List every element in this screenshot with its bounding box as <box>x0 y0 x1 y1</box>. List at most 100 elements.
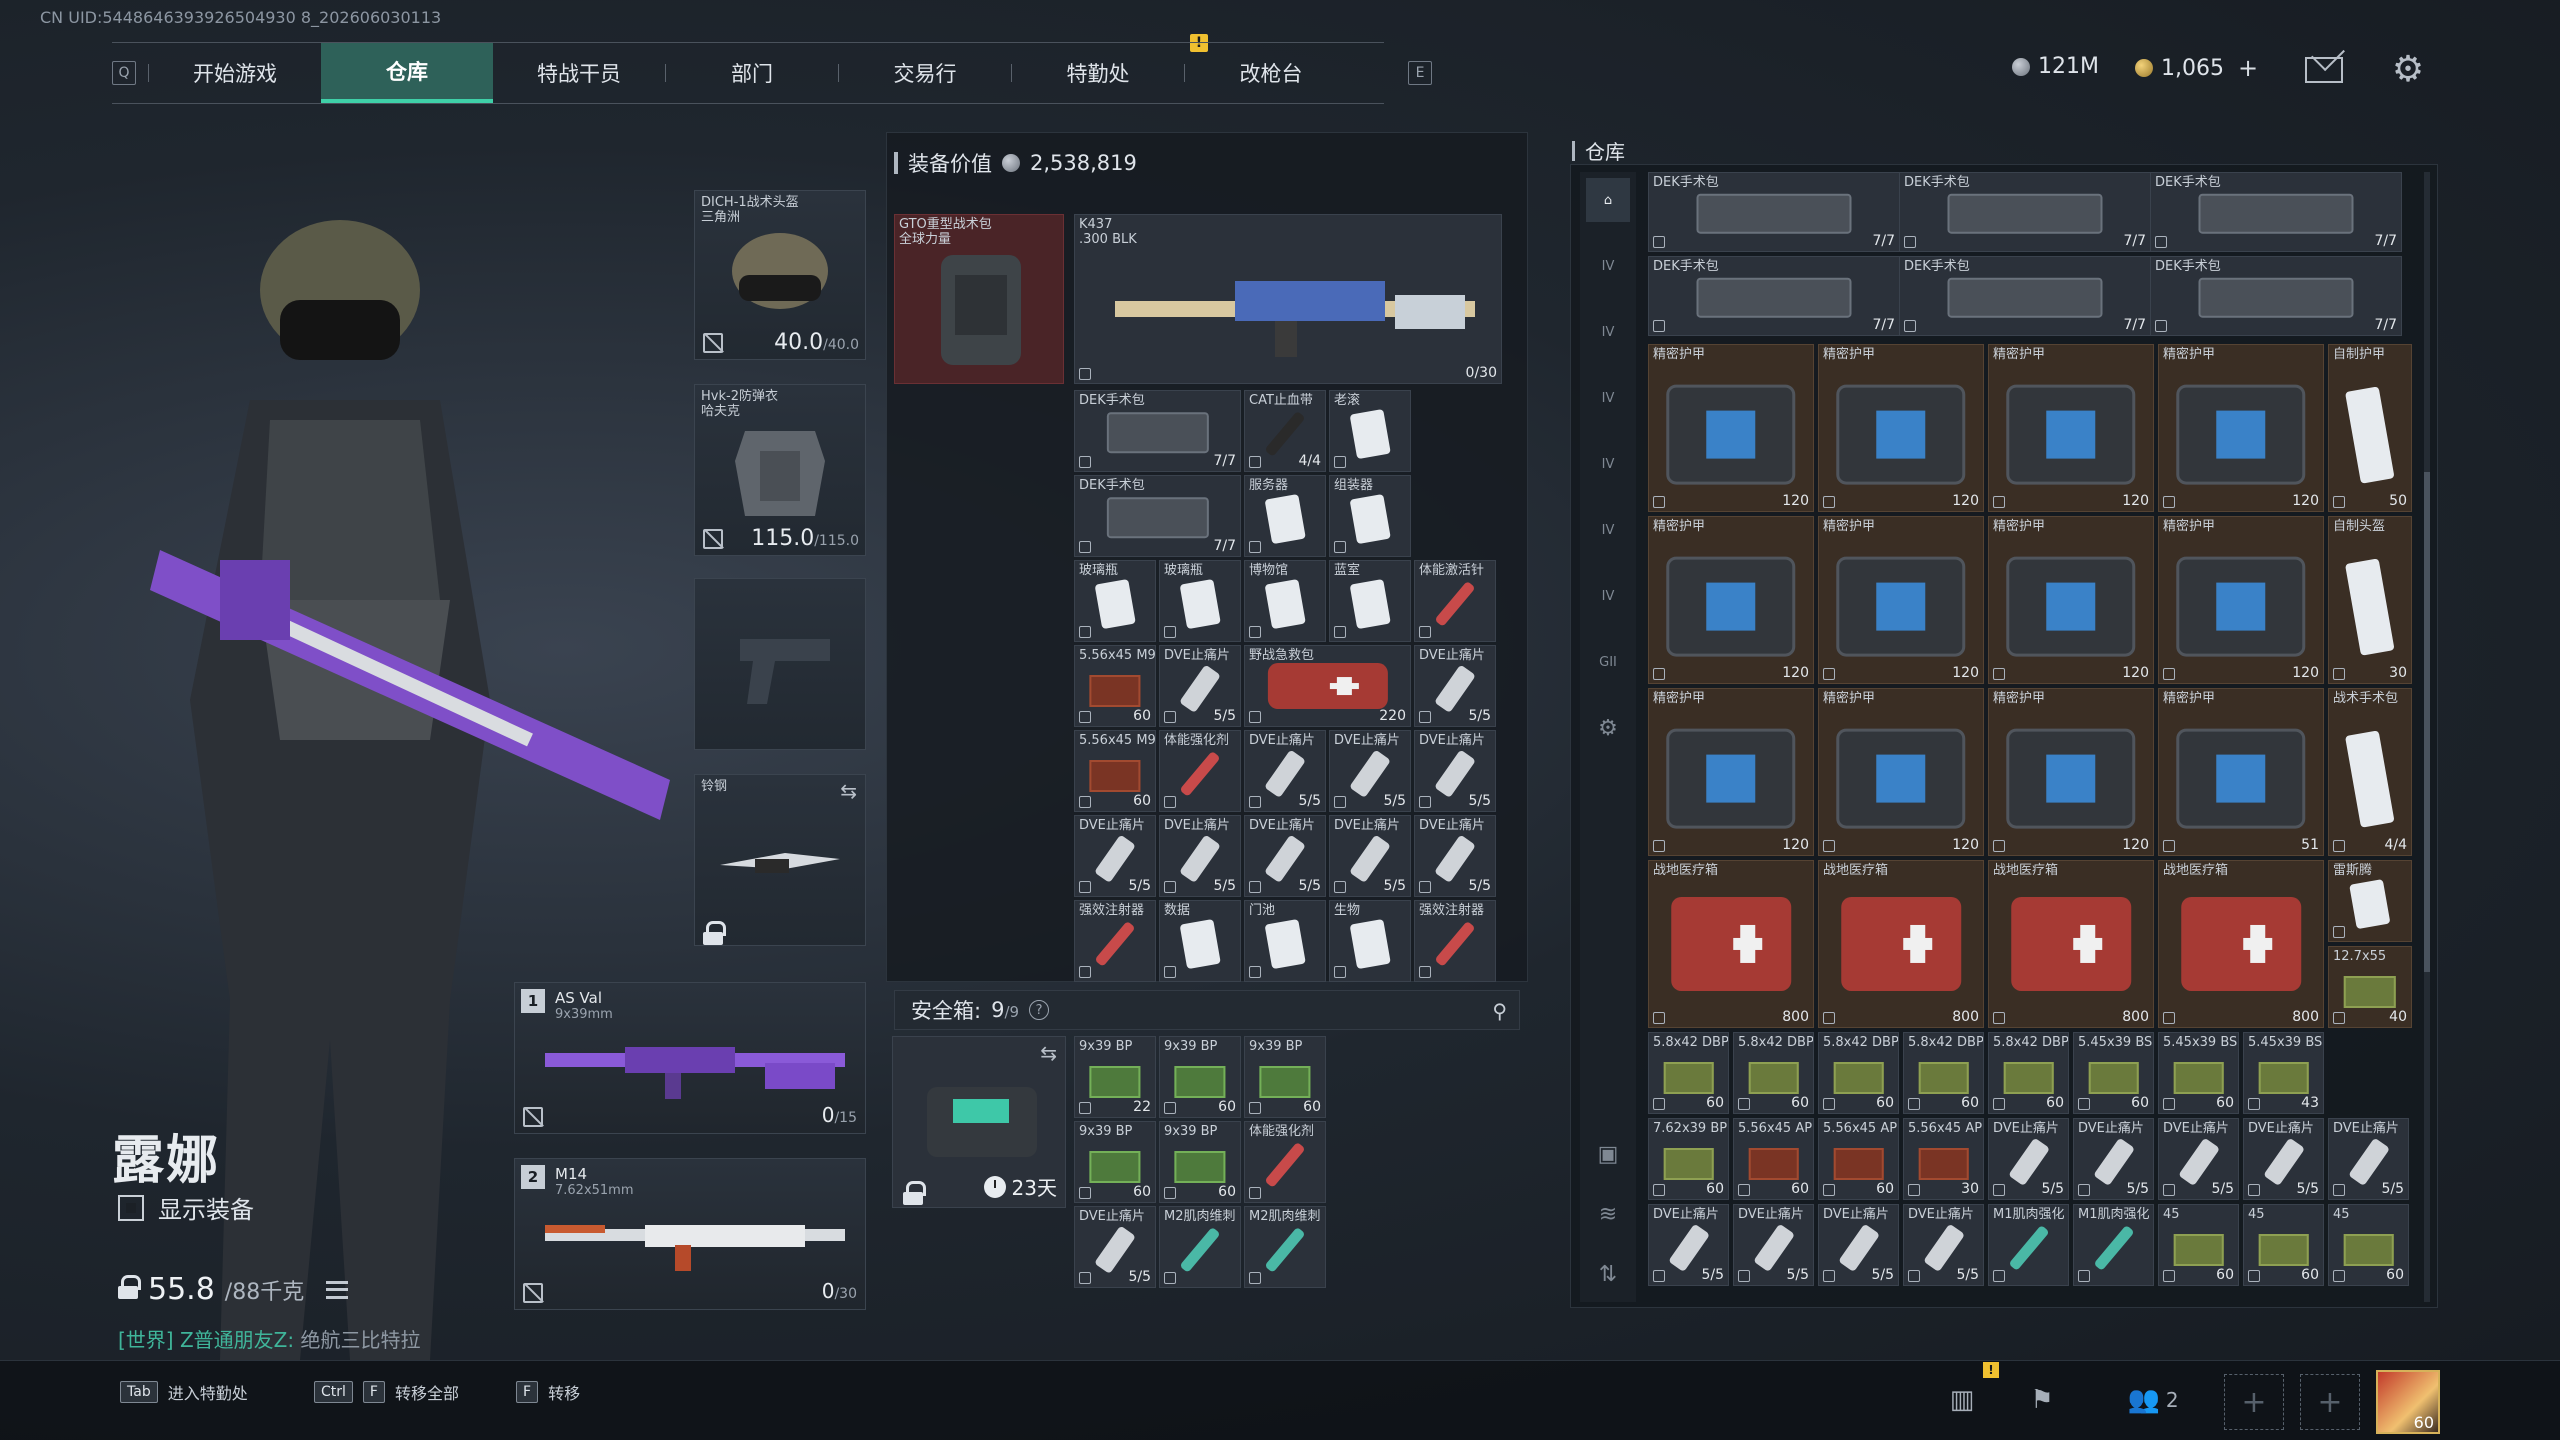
inventory-item[interactable]: 蓝室 <box>1329 560 1411 642</box>
swap-icon[interactable]: ⇆ <box>1040 1041 1057 1065</box>
inventory-item[interactable]: 服务器 <box>1244 475 1326 557</box>
pin-icon[interactable]: ⚲ <box>1492 999 1507 1023</box>
squad-button[interactable]: 👥 2 <box>2118 1378 2188 1422</box>
inventory-item[interactable]: DEK手术包 7/7 <box>2150 256 2402 336</box>
inventory-item[interactable]: 组装器 <box>1329 475 1411 557</box>
inventory-item[interactable]: 精密护甲 120 <box>1988 688 2154 856</box>
nav-prev-key[interactable]: Q <box>112 61 136 85</box>
inventory-item[interactable]: DEK手术包 7/7 <box>2150 172 2402 252</box>
inventory-item[interactable]: 门池 <box>1244 900 1326 982</box>
backpack-slot[interactable]: GTO重型战术包 全球力量 <box>894 214 1064 384</box>
inventory-item[interactable]: 9x39 BP 60 <box>1159 1121 1241 1203</box>
add-squad-slot-1[interactable]: + <box>2224 1374 2284 1430</box>
show-gear-toggle[interactable]: 显示装备 <box>118 1190 254 1225</box>
inventory-item[interactable]: 5.8x42 DBP 60 <box>1733 1032 1814 1114</box>
inventory-item[interactable]: 精密护甲 120 <box>2158 516 2324 684</box>
inventory-item[interactable]: 精密护甲 51 <box>2158 688 2324 856</box>
inventory-item[interactable]: DVE止痛片 5/5 <box>1244 730 1326 812</box>
list-icon[interactable] <box>326 1281 349 1299</box>
inventory-item[interactable]: 自制护甲 50 <box>2328 344 2412 512</box>
inventory-item[interactable]: DVE止痛片 5/5 <box>2073 1118 2154 1200</box>
inventory-item[interactable]: DVE止痛片 5/5 <box>1733 1204 1814 1286</box>
helmet-slot[interactable]: DICH-1战术头盔 三角洲 40.0/40.0 <box>694 190 866 360</box>
warehouse-tab-1[interactable]: IV <box>1586 244 1630 288</box>
inventory-item[interactable]: DVE止痛片 5/5 <box>1074 1206 1156 1288</box>
inventory-item[interactable]: 45 60 <box>2243 1204 2324 1286</box>
inventory-item[interactable]: 5.8x42 DBP 60 <box>1903 1032 1984 1114</box>
enter-special-ops-button[interactable]: Tab 进入特勤处 <box>120 1380 248 1404</box>
inventory-item[interactable]: 玻璃瓶 <box>1159 560 1241 642</box>
inventory-item[interactable]: DVE止痛片 5/5 <box>1329 730 1411 812</box>
player-avatar[interactable]: 60 <box>2376 1370 2440 1434</box>
inventory-item[interactable]: M1肌肉强化 <box>1988 1204 2069 1286</box>
inventory-item[interactable]: 强效注射器 <box>1074 900 1156 982</box>
inventory-item[interactable]: DVE止痛片 5/5 <box>1414 815 1496 897</box>
inventory-item[interactable]: 45 60 <box>2328 1204 2409 1286</box>
inventory-item[interactable]: 7.62x39 BP 60 <box>1648 1118 1729 1200</box>
inventory-item[interactable]: 博物馆 <box>1244 560 1326 642</box>
warehouse-locker-icon[interactable]: ▣ <box>1586 1132 1630 1176</box>
transfer-button[interactable]: F 转移 <box>516 1380 580 1404</box>
primary-weapon-slot-1[interactable]: 1 AS Val 9x39mm 0/15 <box>514 982 866 1134</box>
tab-trading[interactable]: 交易行 <box>839 43 1011 103</box>
inventory-item[interactable]: 野战急救包 220 <box>1244 645 1411 727</box>
inventory-item[interactable]: 5.56x45 AP 60 <box>1818 1118 1899 1200</box>
inventory-item[interactable]: DVE止痛片 5/5 <box>1159 815 1241 897</box>
melee-slot[interactable]: 铃钢 ⇆ <box>694 774 866 946</box>
inventory-item[interactable]: 5.56x45 M995 60 <box>1074 645 1156 727</box>
swap-icon[interactable]: ⇆ <box>840 779 857 803</box>
warehouse-tab-6[interactable]: IV <box>1586 574 1630 618</box>
inventory-item[interactable]: DVE止痛片 5/5 <box>1074 815 1156 897</box>
inventory-item[interactable]: 战地医疗箱 800 <box>1818 860 1984 1028</box>
stats-chart-icon[interactable]: ▥ <box>1940 1378 1984 1422</box>
inventory-item[interactable]: 老滚 <box>1329 390 1411 472</box>
inventory-item[interactable]: 5.8x42 DBP 60 <box>1818 1032 1899 1114</box>
inventory-item[interactable]: 精密护甲 120 <box>1988 516 2154 684</box>
flag-icon[interactable]: ⚑ <box>2020 1378 2064 1422</box>
world-chat[interactable]: [世界] Z普通朋友Z: 绝航三比特拉 <box>118 1324 420 1353</box>
inventory-item[interactable]: 9x39 BP 22 <box>1074 1036 1156 1118</box>
warehouse-layers-icon[interactable]: ≋ <box>1586 1192 1630 1236</box>
inventory-item[interactable]: 5.8x42 DBP 60 <box>1648 1032 1729 1114</box>
inventory-item[interactable]: DVE止痛片 5/5 <box>1648 1204 1729 1286</box>
armor-slot[interactable]: Hvk-2防弹衣 哈夫克 115.0/115.0 <box>694 384 866 556</box>
tab-gunsmith[interactable]: 改枪台 <box>1185 43 1357 103</box>
warehouse-sort-icon[interactable]: ⇅ <box>1586 1252 1630 1296</box>
inventory-item[interactable]: DVE止痛片 5/5 <box>1414 730 1496 812</box>
pistol-slot-empty[interactable] <box>694 578 866 750</box>
inventory-item[interactable]: 5.56x45 M995 60 <box>1074 730 1156 812</box>
transfer-all-button[interactable]: Ctrl F 转移全部 <box>314 1380 459 1404</box>
inventory-item[interactable]: 精密护甲 120 <box>2158 344 2324 512</box>
inventory-item[interactable]: DEK手术包 7/7 <box>1899 256 2151 336</box>
inventory-item[interactable]: DVE止痛片 5/5 <box>1329 815 1411 897</box>
inventory-item[interactable]: 精密护甲 120 <box>1818 516 1984 684</box>
warehouse-tab-3[interactable]: IV <box>1586 376 1630 420</box>
inventory-item[interactable]: 9x39 BP 60 <box>1159 1036 1241 1118</box>
inventory-item[interactable]: DVE止痛片 5/5 <box>1414 645 1496 727</box>
inventory-item[interactable]: 5.45x39 BS 60 <box>2158 1032 2239 1114</box>
tab-start-game[interactable]: 开始游戏 <box>149 43 321 103</box>
tab-department[interactable]: 部门 <box>666 43 838 103</box>
inventory-item[interactable]: 精密护甲 120 <box>1648 516 1814 684</box>
settings-gear-icon[interactable]: ⚙ <box>2390 52 2426 88</box>
inventory-item[interactable]: 玻璃瓶 <box>1074 560 1156 642</box>
inventory-item[interactable]: M2肌肉维刺 <box>1159 1206 1241 1288</box>
inventory-item[interactable]: 强效注射器 <box>1414 900 1496 982</box>
safebox-container-slot[interactable]: ⇆ 23天 <box>892 1036 1066 1208</box>
inventory-item[interactable]: 精密护甲 120 <box>1818 344 1984 512</box>
show-gear-checkbox[interactable] <box>118 1194 144 1221</box>
inventory-item[interactable]: 5.56x45 AP 30 <box>1903 1118 1984 1200</box>
inventory-item[interactable]: 5.56x45 AP 60 <box>1733 1118 1814 1200</box>
inventory-item[interactable]: 精密护甲 120 <box>1988 344 2154 512</box>
help-icon[interactable]: ? <box>1029 1000 1050 1020</box>
inventory-item[interactable]: 5.8x42 DBP 60 <box>1988 1032 2069 1114</box>
inventory-item[interactable]: 体能强化剂 <box>1159 730 1241 812</box>
inventory-item[interactable]: 精密护甲 120 <box>1818 688 1984 856</box>
warehouse-settings-icon[interactable]: ⚙ <box>1586 706 1630 750</box>
warehouse-tab-7[interactable]: GII <box>1586 640 1630 684</box>
inventory-item[interactable]: 自制头盔 30 <box>2328 516 2412 684</box>
inventory-item[interactable]: DVE止痛片 5/5 <box>1159 645 1241 727</box>
inventory-item[interactable]: 精密护甲 120 <box>1648 344 1814 512</box>
tab-operators[interactable]: 特战干员 <box>493 43 665 103</box>
inventory-item[interactable]: DVE止痛片 5/5 <box>2158 1118 2239 1200</box>
